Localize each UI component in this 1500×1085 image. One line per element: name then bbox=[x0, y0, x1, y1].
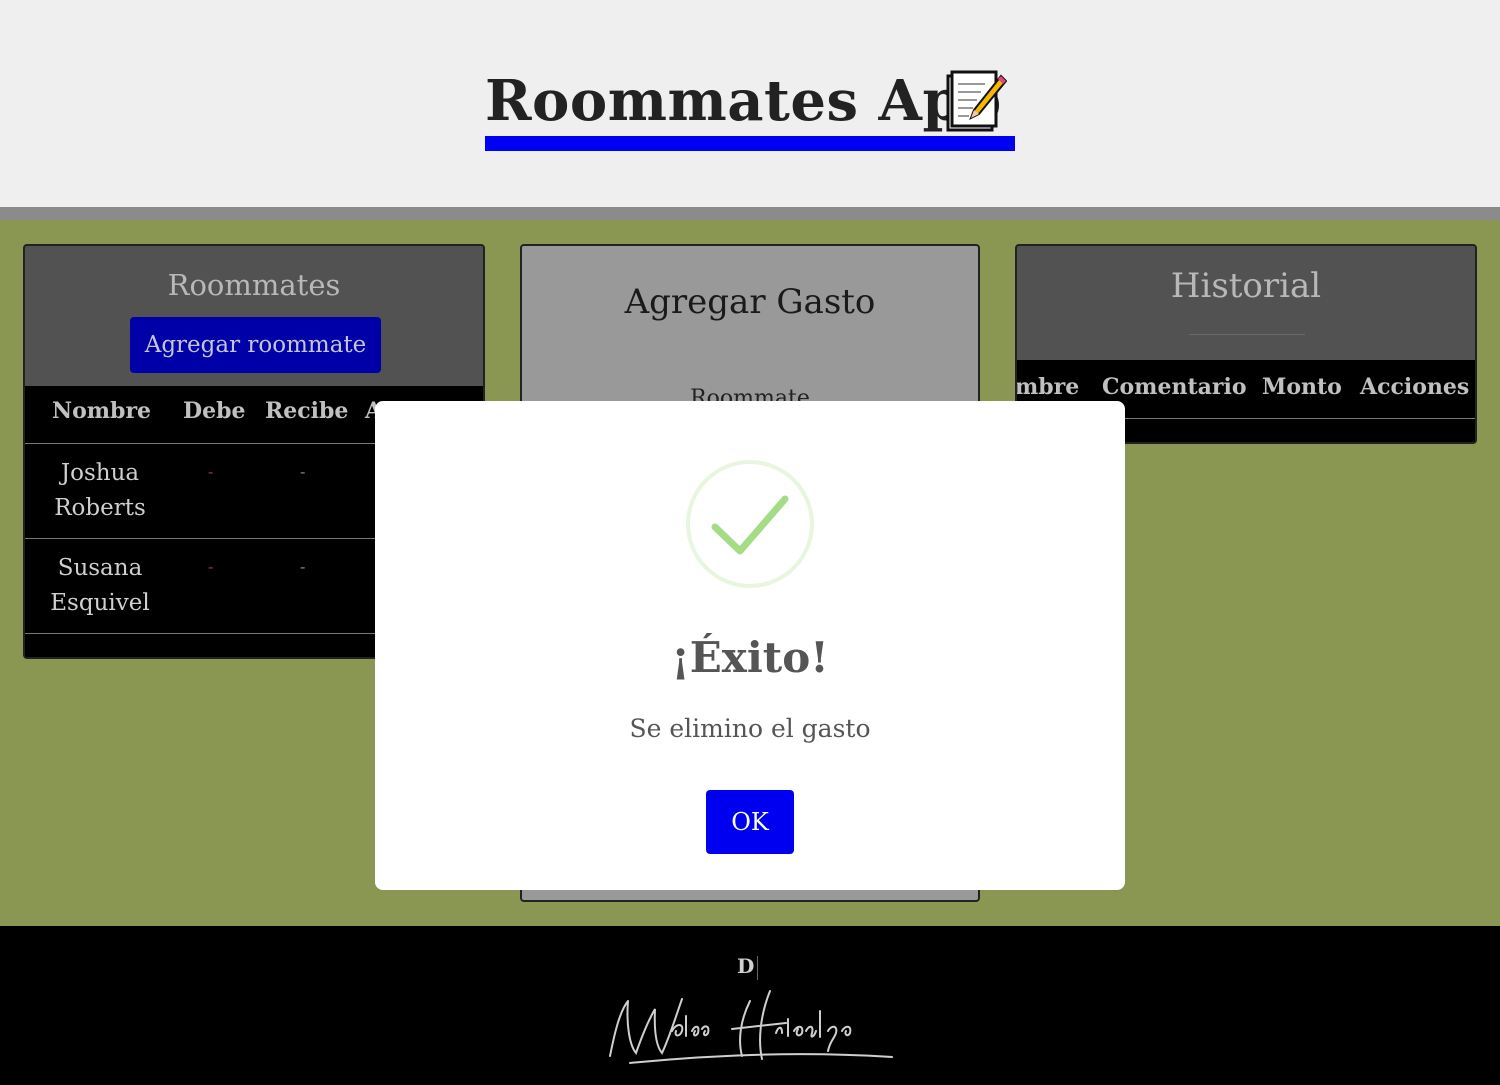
name-line: Susana bbox=[57, 555, 143, 581]
roommates-title: Roommates bbox=[167, 268, 341, 302]
footer-initial: D bbox=[737, 954, 755, 978]
column-header-nombre: Nombre bbox=[52, 398, 152, 424]
ok-button[interactable]: OK bbox=[706, 790, 794, 854]
recibe-value: - bbox=[300, 557, 306, 576]
title-underline bbox=[485, 136, 1015, 151]
header-title-wrap: Roommates App bbox=[485, 66, 1015, 152]
memo-icon bbox=[946, 70, 1007, 132]
text-cursor bbox=[757, 956, 758, 980]
column-header-debe: Debe bbox=[183, 398, 246, 424]
add-expense-title: Agregar Gasto bbox=[624, 282, 876, 322]
name-line: Roberts bbox=[54, 495, 146, 521]
column-header-nombre: mbre bbox=[1015, 374, 1080, 400]
signature-logo bbox=[609, 990, 893, 1064]
recibe-value: - bbox=[300, 462, 306, 481]
add-roommate-button[interactable]: Agregar roommate bbox=[130, 317, 381, 373]
debe-value: - bbox=[208, 557, 214, 576]
header-divider bbox=[0, 207, 1500, 220]
dialog-title: ¡Éxito! bbox=[671, 633, 829, 682]
success-dialog: ¡Éxito! Se elimino el gasto OK bbox=[375, 401, 1125, 890]
roommate-name: Susana Esquivel bbox=[25, 551, 175, 621]
column-header-recibe: Recibe bbox=[265, 398, 349, 424]
footer: D bbox=[0, 926, 1500, 1085]
roommate-name: Joshua Roberts bbox=[25, 456, 175, 526]
column-header-monto: Monto bbox=[1262, 374, 1342, 400]
name-line: Esquivel bbox=[50, 590, 150, 616]
column-header-acciones: Acciones bbox=[1360, 374, 1470, 400]
app-header: Roommates App bbox=[0, 0, 1500, 207]
page-title: Roommates App bbox=[485, 68, 1002, 134]
name-line: Joshua bbox=[60, 460, 140, 486]
success-check-icon bbox=[686, 460, 814, 588]
debe-value: - bbox=[208, 462, 214, 481]
roommates-panel-header: Roommates Agregar roommate bbox=[25, 246, 483, 386]
history-title: Historial bbox=[1170, 266, 1322, 306]
history-panel-header: Historial bbox=[1017, 246, 1475, 360]
dialog-message: Se elimino el gasto bbox=[629, 714, 871, 743]
history-title-divider bbox=[1189, 334, 1305, 335]
column-header-comentario: Comentario bbox=[1102, 374, 1247, 400]
